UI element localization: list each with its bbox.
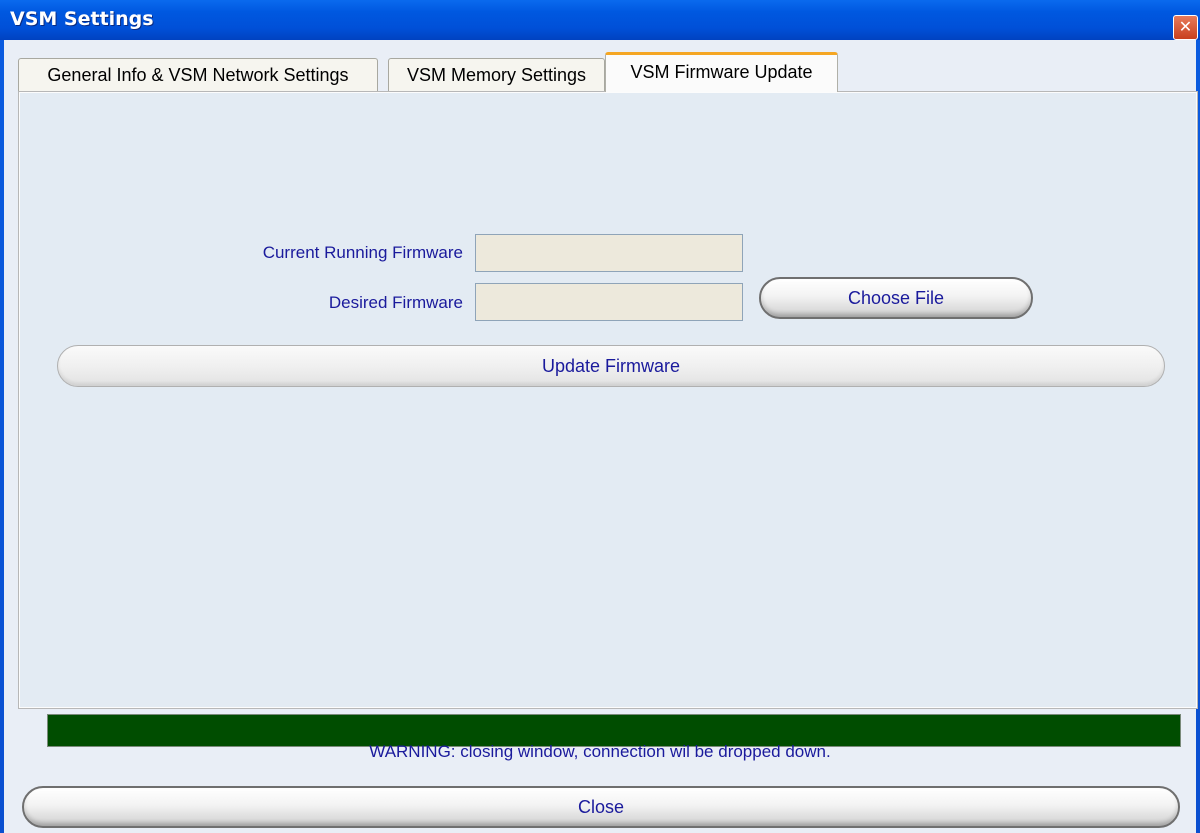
vsm-settings-window: VSM Settings ✕ General Info & VSM Networ… — [0, 0, 1200, 833]
title-bar[interactable]: VSM Settings ✕ — [0, 0, 1200, 40]
tab-firmware-update[interactable]: VSM Firmware Update — [605, 52, 838, 92]
desired-firmware-field[interactable] — [475, 283, 743, 321]
window-title: VSM Settings — [10, 8, 154, 30]
choose-file-button[interactable]: Choose File — [759, 277, 1033, 319]
current-firmware-field[interactable] — [475, 234, 743, 272]
window-close-icon[interactable]: ✕ — [1173, 15, 1198, 40]
firmware-update-panel: Current Running Firmware Desired Firmwar… — [18, 91, 1198, 747]
tab-memory-settings[interactable]: VSM Memory Settings — [388, 58, 605, 91]
window-client-area: General Info & VSM Network Settings VSM … — [4, 40, 1198, 833]
tab-general-info[interactable]: General Info & VSM Network Settings — [18, 58, 378, 91]
close-warning-text: WARNING: closing window, connection wil … — [369, 742, 831, 761]
update-firmware-button[interactable]: Update Firmware — [57, 345, 1165, 387]
current-firmware-label: Current Running Firmware — [262, 243, 463, 262]
close-button[interactable]: Close — [22, 786, 1180, 828]
desired-firmware-label: Desired Firmware — [328, 293, 463, 312]
